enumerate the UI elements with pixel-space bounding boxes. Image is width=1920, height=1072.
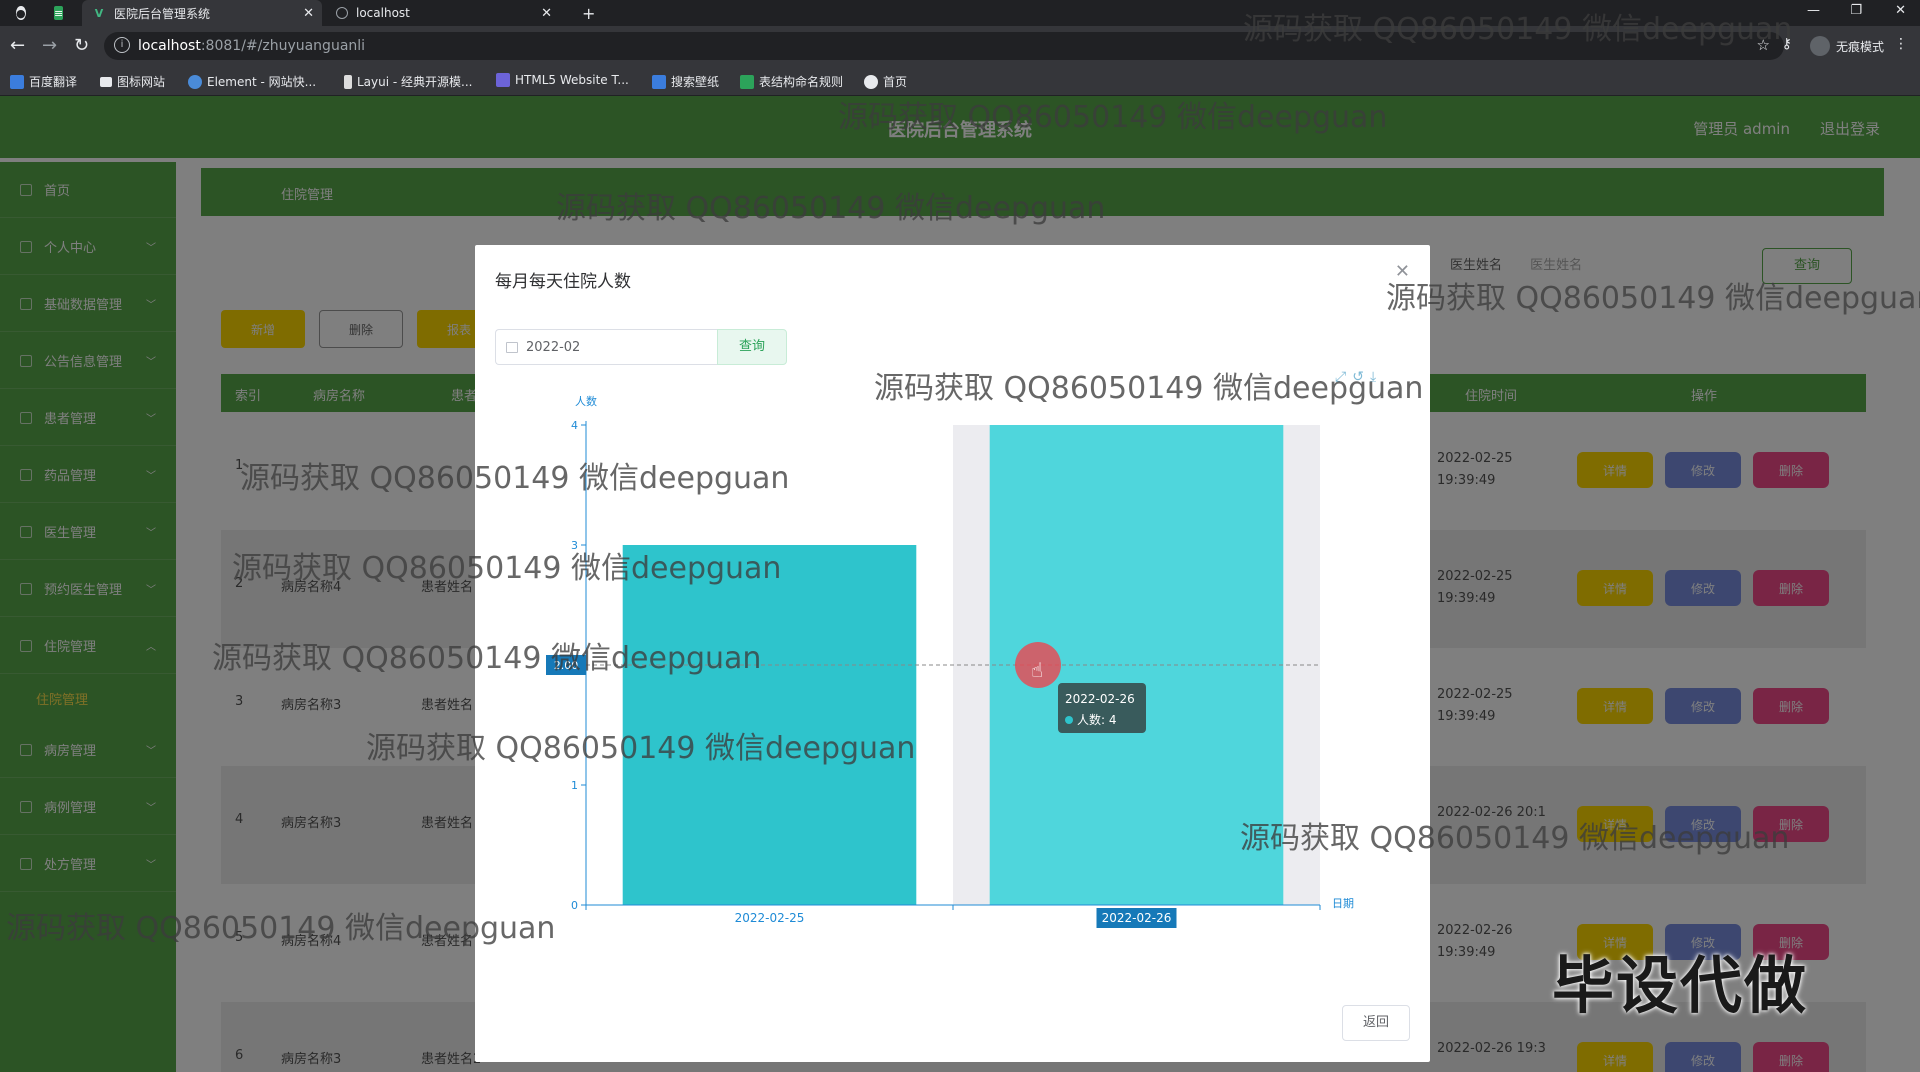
minimize-icon[interactable]: — <box>1807 3 1820 18</box>
restore-icon[interactable]: ❐ <box>1850 3 1862 18</box>
month-picker-value: 2022-02 <box>526 339 581 355</box>
dialog-title: 每月每天住院人数 <box>495 272 631 292</box>
bookmark-item[interactable]: 首页 <box>864 73 907 90</box>
tab-hospital-admin[interactable]: V 医院后台管理系统 ✕ <box>82 0 322 26</box>
url-field[interactable]: i localhost:8081/#/zhuyuanguanli ☆ <box>104 32 1784 60</box>
address-bar-row: ← → ↻ i localhost:8081/#/zhuyuanguanli ☆… <box>0 26 1920 66</box>
magic-type-icon[interactable]: ⤢ <box>1335 369 1352 385</box>
bookmarks-bar: 百度翻译 图标网站 Element - 网站快... Layui - 经典开源模… <box>0 66 1920 96</box>
bookmark-item[interactable]: Layui - 经典开源模... <box>344 73 472 90</box>
close-icon[interactable]: ✕ <box>1395 261 1410 282</box>
hand-pointer-icon: ☝ <box>1031 658 1043 682</box>
y-axis-name: 人数 <box>575 395 597 408</box>
site-info-icon[interactable]: i <box>114 37 130 53</box>
close-tab-icon[interactable]: ✕ <box>541 6 552 21</box>
x-tick-label: 2022-02-25 <box>735 911 805 925</box>
pinned-tab-icon[interactable]: ≡ <box>44 0 78 26</box>
close-window-icon[interactable]: ✕ <box>1895 3 1906 18</box>
new-tab-button[interactable]: + <box>572 0 596 26</box>
bookmark-item[interactable]: 搜索壁纸 <box>652 73 719 90</box>
calendar-icon <box>506 342 518 353</box>
bookmark-item[interactable]: 百度翻译 <box>10 73 77 90</box>
dialog-query-button[interactable]: 查询 <box>717 329 787 365</box>
month-picker[interactable]: 2022-02 <box>495 329 717 365</box>
url-path: :8081/#/zhuyuanguanli <box>200 38 366 54</box>
tab-title: 医院后台管理系统 <box>114 6 211 21</box>
statistics-dialog: 每月每天住院人数 ✕ 2022-02 查询 ⤢↺⤓ 012342022-02-2… <box>475 245 1430 1062</box>
globe-icon <box>336 7 348 19</box>
browser-menu-kebab-icon[interactable]: ⋮ <box>1894 36 1908 52</box>
corner-stamp: 毕设代做 <box>1552 949 1809 1022</box>
y-tick-label: 4 <box>571 419 578 432</box>
x-tick-label: 2022-02-26 <box>1102 911 1172 925</box>
back-icon[interactable]: ← <box>10 35 25 56</box>
tooltip-value: 人数: 4 <box>1077 712 1117 727</box>
y-axis-pointer-label: 2.00 <box>554 659 579 672</box>
save-image-icon[interactable]: ⤓ <box>1370 369 1382 385</box>
url-host: localhost <box>138 38 201 54</box>
tab-title: localhost <box>356 6 410 20</box>
y-tick-label: 0 <box>571 899 578 912</box>
key-icon[interactable]: ⚷ <box>1782 36 1792 52</box>
y-tick-label: 1 <box>571 779 578 792</box>
star-icon[interactable]: ☆ <box>1757 36 1770 54</box>
vue-favicon-icon: V <box>94 6 104 20</box>
restore-icon[interactable]: ↺ <box>1352 369 1370 385</box>
browser-tab-strip: ● ≡ V 医院后台管理系统 ✕ localhost ✕ + — ❐ ✕ <box>0 0 1920 26</box>
bookmark-item[interactable]: 表结构命名规则 <box>740 73 843 90</box>
bar-chart: 012342022-02-252022-02-26人数日期2.00☝2022-0… <box>546 395 1354 928</box>
bookmark-item[interactable]: Element - 网站快... <box>188 73 316 90</box>
close-tab-icon[interactable]: ✕ <box>303 6 314 21</box>
bookmark-item[interactable]: 图标网站 <box>100 73 165 90</box>
browser-menu-icon[interactable]: ● <box>6 0 40 26</box>
incognito-icon <box>1809 36 1830 56</box>
x-axis-name: 日期 <box>1332 897 1354 910</box>
tab-localhost[interactable]: localhost ✕ <box>326 0 560 26</box>
reload-icon[interactable]: ↻ <box>74 35 89 56</box>
tooltip-date: 2022-02-26 <box>1065 692 1135 706</box>
chart-toolbox: ⤢↺⤓ <box>1335 369 1382 385</box>
incognito-label: 无痕模式 <box>1835 39 1884 54</box>
forward-icon[interactable]: → <box>42 35 57 56</box>
incognito-indicator[interactable]: 无痕模式 <box>1809 36 1884 56</box>
tooltip-series-marker <box>1065 716 1073 724</box>
back-button[interactable]: 返回 <box>1342 1005 1410 1041</box>
y-tick-label: 3 <box>571 539 578 552</box>
bookmark-item[interactable]: HTML5 Website T... <box>496 73 629 87</box>
chart-bar[interactable] <box>622 545 917 905</box>
